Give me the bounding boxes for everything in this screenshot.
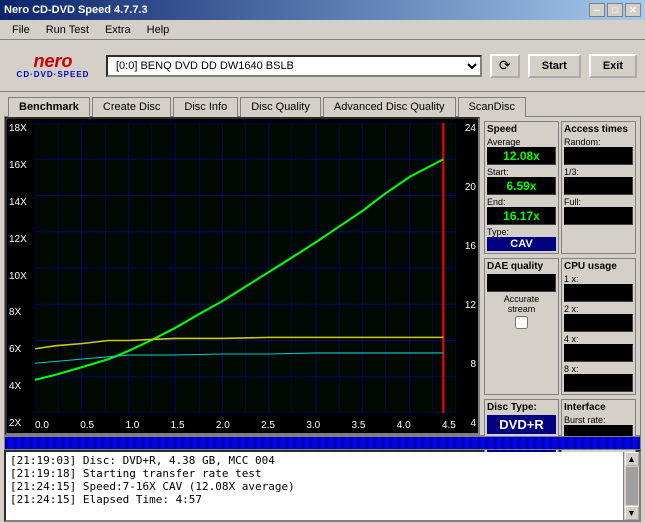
accurate-stream-checkbox-area: [487, 316, 556, 329]
log-line-2: [21:19:18] Starting transfer rate test: [10, 467, 619, 480]
scroll-down-button[interactable]: ▼: [625, 506, 639, 520]
chart-area: 18X 16X 14X 12X 10X 8X 6X 4X 2X 24 20 16…: [5, 117, 480, 435]
full-value: [564, 207, 633, 225]
maximize-button[interactable]: □: [607, 3, 623, 17]
y-axis-right: 24 20 16 12 8 4: [456, 119, 478, 433]
app-logo: nero CD·DVD·SPEED: [8, 52, 98, 79]
access-times-section: Access times Random: 1/3: Full:: [561, 121, 636, 254]
random-value: [564, 147, 633, 165]
speed-start: 6.59x: [487, 177, 556, 195]
minimize-button[interactable]: ─: [589, 3, 605, 17]
speed-section: Speed Average 12.08x Start: 6.59x End: 1…: [484, 121, 559, 254]
accurate-stream-checkbox[interactable]: [515, 316, 528, 329]
chart-svg: [35, 123, 456, 413]
tab-disc-quality[interactable]: Disc Quality: [240, 97, 321, 117]
tab-scandisc[interactable]: ScanDisc: [458, 97, 526, 117]
cpu-2x-label: 2 x:: [564, 304, 633, 314]
log-content: [21:19:03] Disc: DVD+R, 4.38 GB, MCC 004…: [6, 452, 623, 520]
cpu-8x-value: [564, 374, 633, 392]
main-content: 18X 16X 14X 12X 10X 8X 6X 4X 2X 24 20 16…: [4, 116, 641, 436]
cpu-8x-label: 8 x:: [564, 364, 633, 374]
sidebar: Speed Average 12.08x Start: 6.59x End: 1…: [480, 117, 640, 435]
nero-logo-text: nero: [33, 52, 72, 70]
speed-average: 12.08x: [487, 147, 556, 165]
type-label: Type:: [487, 227, 556, 237]
end-label: End:: [487, 197, 556, 207]
y-axis-left: 18X 16X 14X 12X 10X 8X 6X 4X 2X: [7, 119, 35, 433]
exit-button[interactable]: Exit: [589, 54, 637, 78]
log-scrollbar: ▲ ▼: [623, 452, 639, 520]
one-third-label: 1/3:: [564, 167, 633, 177]
speed-end: 16.17x: [487, 207, 556, 225]
menu-run-test[interactable]: Run Test: [38, 22, 97, 38]
refresh-button[interactable]: ⟳: [490, 54, 520, 78]
dae-value: [487, 274, 556, 292]
progress-bar-area: [4, 436, 641, 450]
cpu-4x-label: 4 x:: [564, 334, 633, 344]
start-button[interactable]: Start: [528, 54, 581, 78]
disc-type-title: Disc Type:: [487, 402, 556, 413]
tab-advanced-disc-quality[interactable]: Advanced Disc Quality: [323, 97, 456, 117]
nero-logo-sub: CD·DVD·SPEED: [17, 70, 90, 79]
dae-title: DAE quality: [487, 261, 556, 272]
tab-bar: Benchmark Create Disc Disc Info Disc Qua…: [0, 92, 645, 116]
random-label: Random:: [564, 137, 633, 147]
title-bar: Nero CD-DVD Speed 4.7.7.3 ─ □ ✕: [0, 0, 645, 20]
app-header: nero CD·DVD·SPEED [0:0] BENQ DVD DD DW16…: [0, 40, 645, 92]
progress-fill: [5, 437, 640, 449]
menu-extra[interactable]: Extra: [97, 22, 139, 38]
cpu-1x-value: [564, 284, 633, 302]
speed-type: CAV: [487, 237, 556, 251]
menu-help[interactable]: Help: [139, 22, 178, 38]
log-area: [21:19:03] Disc: DVD+R, 4.38 GB, MCC 004…: [4, 450, 641, 522]
window-controls: ─ □ ✕: [589, 3, 641, 17]
drive-select[interactable]: [0:0] BENQ DVD DD DW1640 BSLB: [106, 55, 482, 77]
cpu-section: CPU usage 1 x: 2 x: 4 x: 8 x:: [561, 258, 636, 395]
full-label: Full:: [564, 197, 633, 207]
accurate-stream-label: Accuratestream: [487, 294, 556, 314]
average-label: Average: [487, 137, 556, 147]
interface-title: Interface: [564, 402, 633, 413]
cpu-title: CPU usage: [564, 261, 633, 272]
cpu-2x-value: [564, 314, 633, 332]
disc-type-value: DVD+R: [487, 415, 556, 434]
cpu-1x-label: 1 x:: [564, 274, 633, 284]
log-line-1: [21:19:03] Disc: DVD+R, 4.38 GB, MCC 004: [10, 454, 619, 467]
start-label: Start:: [487, 167, 556, 177]
speed-title: Speed: [487, 124, 556, 135]
log-line-3: [21:24:15] Speed:7-16X CAV (12.08X avera…: [10, 480, 619, 493]
cpu-4x-value: [564, 344, 633, 362]
one-third-value: [564, 177, 633, 195]
access-times-title: Access times: [564, 124, 633, 135]
scroll-track[interactable]: [626, 467, 638, 505]
menu-bar: File Run Test Extra Help: [0, 20, 645, 40]
menu-file[interactable]: File: [4, 22, 38, 38]
scroll-up-button[interactable]: ▲: [625, 452, 639, 466]
tab-disc-info[interactable]: Disc Info: [173, 97, 238, 117]
burst-rate-label: Burst rate:: [564, 415, 633, 425]
app-title: Nero CD-DVD Speed 4.7.7.3: [4, 4, 148, 16]
close-button[interactable]: ✕: [625, 3, 641, 17]
tab-create-disc[interactable]: Create Disc: [92, 97, 171, 117]
tab-benchmark[interactable]: Benchmark: [8, 97, 90, 117]
dae-section: DAE quality Accuratestream: [484, 258, 559, 395]
x-axis: 0.0 0.5 1.0 1.5 2.0 2.5 3.0 3.5 4.0 4.5: [35, 420, 456, 431]
log-line-4: [21:24:15] Elapsed Time: 4:57: [10, 493, 619, 506]
